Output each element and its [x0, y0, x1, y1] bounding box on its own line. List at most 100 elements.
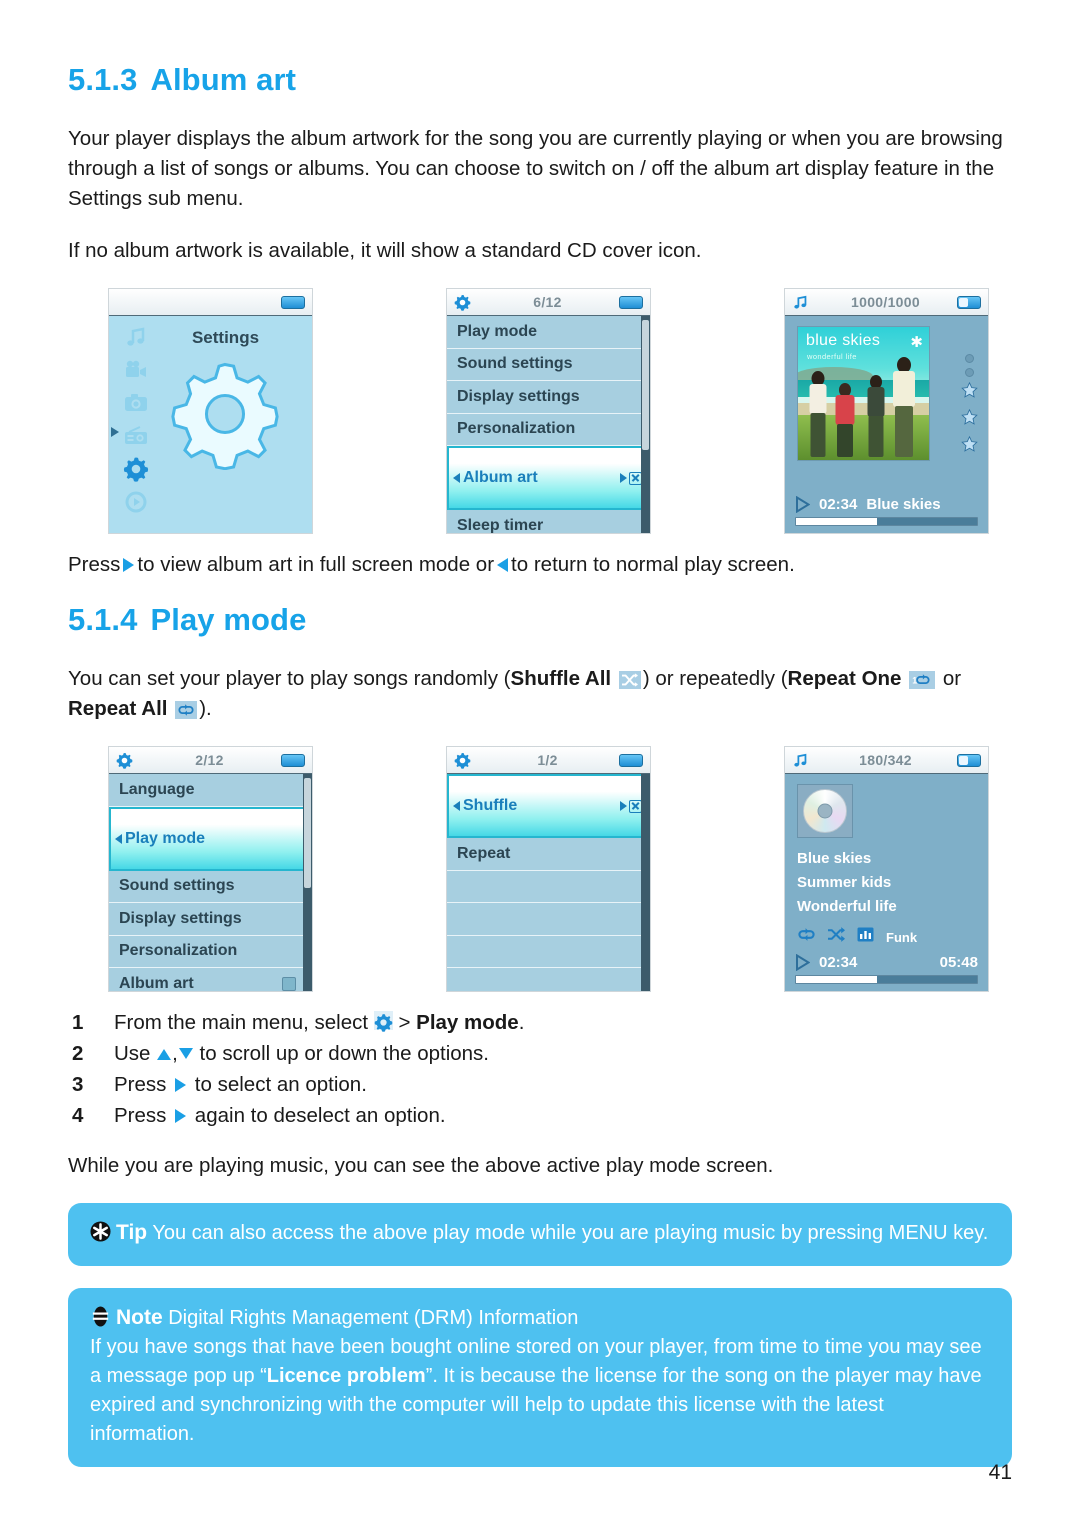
intro-part-a: You can set your player to play songs ra… [68, 667, 511, 690]
status-bar [109, 289, 312, 316]
repeat-all-label: Repeat All [68, 697, 168, 720]
progress-bar[interactable] [795, 975, 978, 984]
settings-list-body: Language Play mode Sound settings Displa… [109, 774, 312, 991]
screens-row-album-art: Settings 6/12 Play mode Sound settings D… [68, 288, 1012, 542]
device-screen-main-menu: Settings [108, 288, 313, 534]
status-bar: 1/2 [447, 747, 650, 774]
list-item-label: Play mode [125, 829, 206, 847]
tip-lead: Tip [116, 1221, 148, 1244]
player-elapsed: 02:34 [819, 954, 858, 971]
list-item-label: Sleep timer [457, 516, 544, 534]
scrollbar[interactable] [641, 316, 650, 533]
gear-icon [373, 1011, 393, 1032]
list-item[interactable]: Personalization [109, 936, 312, 968]
status-bar-counter: 6/12 [533, 294, 562, 310]
repeat-all-icon [796, 926, 817, 948]
list-item[interactable]: Display settings [447, 381, 650, 414]
tip-text: You can also access the above play mode … [152, 1222, 989, 1244]
list-item-right-group [620, 471, 642, 485]
caption-mid: to view album art in full screen mode or [137, 553, 495, 576]
cd-jewel-case-icon [797, 784, 853, 838]
scrollbar-thumb[interactable] [304, 778, 311, 888]
step-text-b: > [392, 1011, 417, 1034]
list-item[interactable]: Language [109, 774, 312, 807]
list-item[interactable]: Display settings [109, 903, 312, 936]
step-2: 2 Use , to scroll up or down the options. [68, 1039, 1012, 1069]
list-item[interactable]: Play mode [447, 316, 650, 349]
shuffle-icon [618, 671, 641, 689]
list-item[interactable]: Sound settings [109, 871, 312, 903]
caret-left-icon [453, 801, 460, 811]
status-bar-counter: 1/2 [537, 752, 558, 768]
note-bold: Licence problem [266, 1365, 426, 1387]
rating-dot-icon [964, 354, 974, 363]
battery-icon [957, 295, 981, 309]
list-item-label: Album art [463, 469, 538, 486]
play-mode-options-body: Shuffle Repeat [447, 774, 650, 991]
scrollbar[interactable] [641, 774, 650, 991]
list-item-label: Shuffle [463, 797, 518, 814]
step-number: 2 [72, 1042, 84, 1065]
checkbox-unchecked-icon[interactable] [282, 976, 296, 991]
equalizer-icon [856, 926, 875, 948]
gear-icon [116, 752, 138, 769]
radio-icon[interactable] [123, 423, 149, 449]
list-item-empty [447, 903, 650, 936]
list-item-label: Personalization [457, 420, 576, 438]
repeat-one-label-2: One [861, 667, 902, 690]
status-bar: 2/12 [109, 747, 312, 774]
down-arrow-icon [178, 1048, 193, 1059]
scrollbar[interactable] [303, 774, 312, 991]
rating-star-icon [960, 381, 978, 404]
gear-icon[interactable] [123, 456, 149, 482]
device-screen-settings-playmode: 2/12 Language Play mode Sound settings D… [108, 746, 313, 992]
list-item[interactable]: Repeat [447, 838, 650, 871]
progress-bar[interactable] [795, 517, 978, 526]
caption-after: to return to normal play screen. [511, 553, 795, 576]
battery-icon [281, 295, 305, 309]
track-artist: Summer kids [797, 874, 892, 891]
selection-arrow-icon [111, 427, 119, 437]
list-item-selected-play-mode[interactable]: Play mode [109, 806, 312, 871]
artwork-asterisk-icon: ✱ [910, 334, 923, 351]
section-number: 5.1.3 [68, 62, 138, 97]
battery-icon [619, 295, 643, 309]
step-1: 1 From the main menu, select > Play mode. [68, 1008, 1012, 1038]
tip-asterisk-icon [90, 1221, 111, 1242]
play-circle-icon[interactable] [123, 489, 149, 515]
music-note-icon [792, 294, 814, 311]
caption-before: Press [68, 553, 121, 576]
status-bar: 180/342 [785, 747, 988, 774]
page-title: 5.1.3 Album art [68, 62, 1012, 98]
player-time: 02:34 [819, 496, 858, 513]
photo-camera-icon[interactable] [123, 390, 149, 416]
status-bar: 1000/1000 [785, 289, 988, 316]
list-item[interactable]: Album art [109, 968, 312, 991]
album-art-caption: Press to view album art in full screen mo… [68, 550, 1012, 580]
equalizer-label: Funk [886, 929, 918, 945]
list-item[interactable]: Sleep timer [447, 510, 650, 534]
caret-right-icon [620, 801, 627, 811]
list-item-selected-album-art[interactable]: Album art [447, 446, 650, 510]
note-body: If you have songs that have been bought … [90, 1333, 990, 1449]
artwork-figure [890, 357, 918, 458]
settings-list: Language Play mode Sound settings Displa… [109, 774, 312, 991]
list-item-label: Display settings [119, 909, 242, 927]
list-item-selected-shuffle[interactable]: Shuffle [447, 774, 650, 838]
play-icon[interactable] [795, 496, 810, 513]
play-mode-indicators: Funk [796, 926, 917, 948]
step-text-a: From the main menu, select [114, 1011, 374, 1034]
player-footer: 02:34 Blue skies [795, 496, 978, 526]
step-text-b: to select an option. [189, 1073, 367, 1096]
music-note-icon [792, 752, 814, 769]
video-camera-icon[interactable] [123, 357, 149, 383]
step-text-a: Press [114, 1073, 173, 1096]
list-item-label: Repeat [457, 844, 511, 862]
scrollbar-thumb[interactable] [642, 320, 649, 450]
play-icon[interactable] [795, 954, 810, 971]
list-item[interactable]: Sound settings [447, 349, 650, 381]
player-now-playing: 02:34 Blue skies [795, 496, 978, 513]
list-item[interactable]: Personalization [447, 414, 650, 446]
scrollbar-thumb[interactable] [642, 778, 649, 983]
album-art-paragraph-1: Your player displays the album artwork f… [68, 127, 1003, 210]
